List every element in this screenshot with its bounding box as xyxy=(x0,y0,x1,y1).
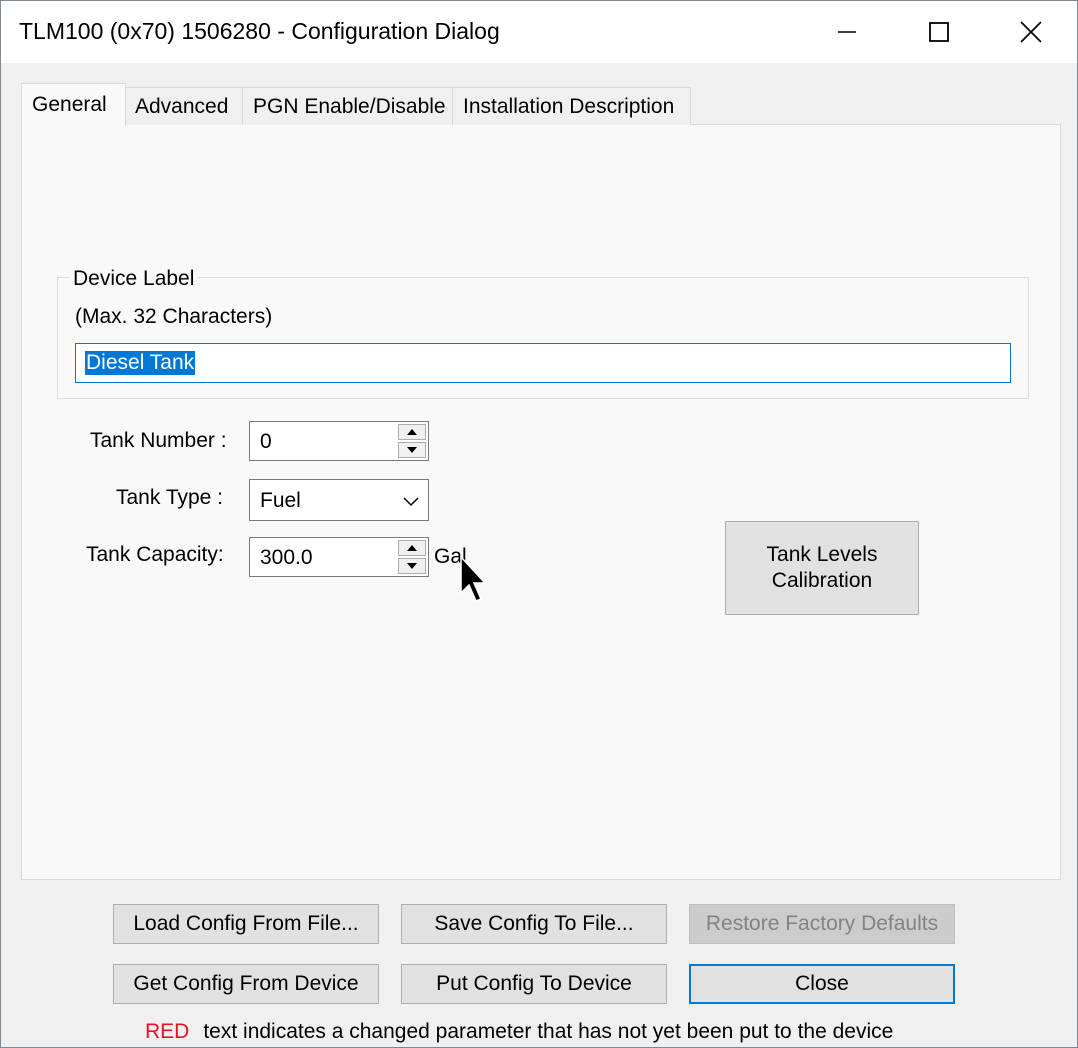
tank-capacity-spin-buttons xyxy=(398,540,426,574)
window-title: TLM100 (0x70) 1506280 - Configuration Di… xyxy=(19,18,500,44)
tab-label: PGN Enable/Disable xyxy=(253,94,446,118)
tank-number-value: 0 xyxy=(260,430,272,453)
maximize-button[interactable] xyxy=(893,1,985,63)
footer-red-word: RED xyxy=(145,1020,190,1043)
tank-type-select[interactable]: Fuel xyxy=(249,479,429,521)
tank-capacity-value: 300.0 xyxy=(260,546,313,569)
calibration-line-1: Tank Levels xyxy=(766,543,878,566)
calibration-line-2: Calibration xyxy=(771,569,873,592)
load-config-button[interactable]: Load Config From File... xyxy=(113,904,379,944)
minimize-icon xyxy=(838,31,856,33)
footer-text: text indicates a changed parameter that … xyxy=(203,1020,894,1043)
spin-up-button[interactable] xyxy=(398,540,426,556)
chevron-down-icon xyxy=(403,497,419,507)
tab-general[interactable]: General xyxy=(21,83,126,126)
tank-capacity-label: Tank Capacity: xyxy=(86,543,224,566)
tank-number-spinner[interactable]: 0 xyxy=(249,421,429,461)
tab-label: General xyxy=(32,93,107,116)
spin-down-button[interactable] xyxy=(398,442,426,458)
spin-up-button[interactable] xyxy=(398,424,426,440)
save-config-button[interactable]: Save Config To File... xyxy=(401,904,667,944)
tank-number-label: Tank Number : xyxy=(90,429,227,452)
close-button[interactable]: Close xyxy=(689,964,955,1004)
put-config-button[interactable]: Put Config To Device xyxy=(401,964,667,1004)
caret-up-icon xyxy=(407,545,417,551)
configuration-dialog: TLM100 (0x70) 1506280 - Configuration Di… xyxy=(0,0,1078,1048)
tab-label: Installation Description xyxy=(463,94,675,118)
spin-down-button[interactable] xyxy=(398,558,426,574)
tank-type-label: Tank Type : xyxy=(116,486,224,509)
caret-down-icon xyxy=(407,563,417,569)
caret-up-icon xyxy=(407,429,417,435)
title-bar[interactable]: TLM100 (0x70) 1506280 - Configuration Di… xyxy=(1,1,1077,63)
device-label-value: Diesel Tank xyxy=(85,351,196,375)
maximize-icon xyxy=(929,22,949,42)
device-label-legend: Device Label xyxy=(69,267,199,291)
footer-note: RED text indicates a changed parameter th… xyxy=(145,1020,893,1044)
tank-capacity-spinner[interactable]: 300.0 xyxy=(249,537,429,577)
close-icon xyxy=(1020,21,1042,43)
minimize-button[interactable] xyxy=(801,1,893,63)
tank-number-spin-buttons xyxy=(398,424,426,458)
tab-installation-description[interactable]: Installation Description xyxy=(452,87,691,125)
restore-factory-defaults-button: Restore Factory Defaults xyxy=(689,904,955,944)
device-label-hint: (Max. 32 Characters) xyxy=(75,305,273,328)
device-label-input[interactable]: Diesel Tank xyxy=(75,343,1011,383)
get-config-button[interactable]: Get Config From Device xyxy=(113,964,379,1004)
mouse-cursor-icon xyxy=(460,555,487,602)
tank-levels-calibration-button[interactable]: Tank Levels Calibration xyxy=(725,521,919,615)
close-window-button[interactable] xyxy=(985,1,1077,63)
tab-label: Advanced xyxy=(135,94,229,118)
caret-down-icon xyxy=(407,447,417,453)
tab-pgn-enable-disable[interactable]: PGN Enable/Disable xyxy=(242,87,453,125)
tank-type-value: Fuel xyxy=(260,489,301,512)
tab-advanced[interactable]: Advanced xyxy=(124,87,243,125)
